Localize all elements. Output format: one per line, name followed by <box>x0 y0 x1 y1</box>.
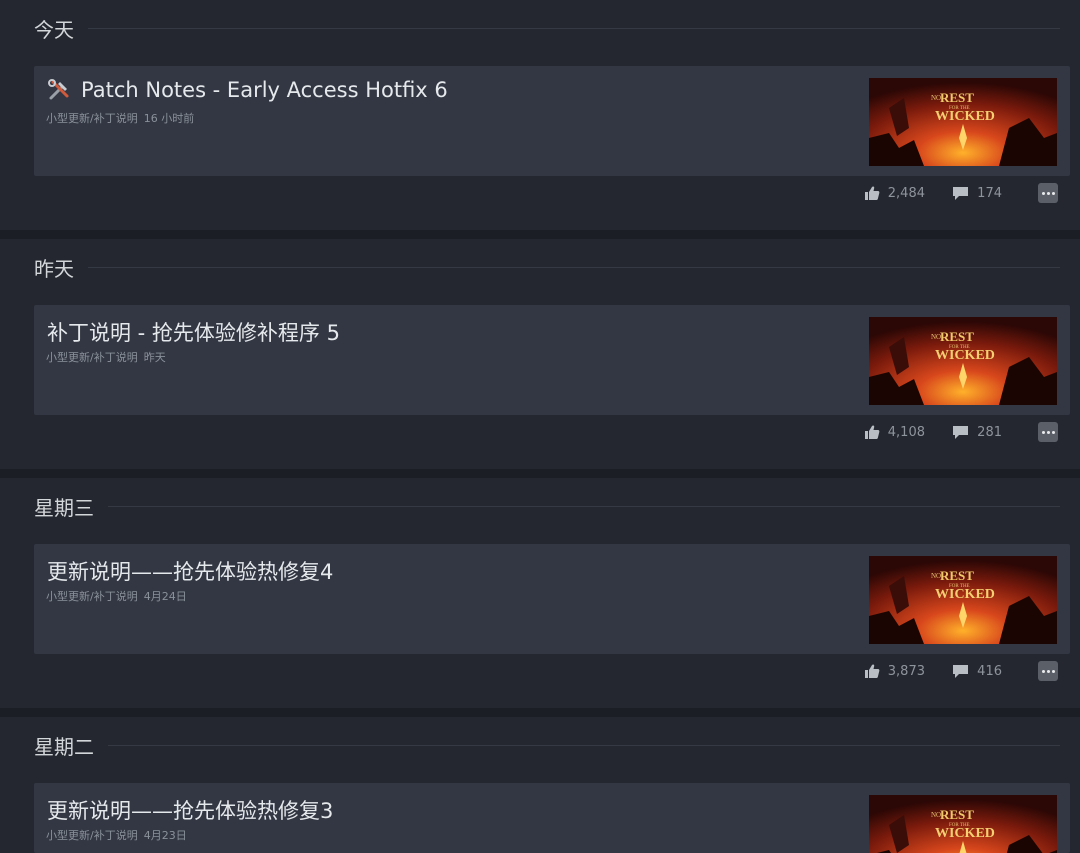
day-header: 今天 <box>34 14 1060 42</box>
comment-icon <box>953 186 969 200</box>
day-label: 星期三 <box>34 495 94 520</box>
news-thumbnail[interactable]: NO REST FOR THE WICKED <box>869 317 1057 405</box>
like-count: 3,873 <box>887 663 925 679</box>
news-time: 昨天 <box>143 351 166 364</box>
comment-button[interactable]: 416 <box>952 661 1002 681</box>
more-options-icon[interactable] <box>1038 422 1058 442</box>
news-time: 4月23日 <box>143 829 187 842</box>
more-options-icon[interactable] <box>1038 183 1058 203</box>
thumb-word: WICKED <box>935 826 995 841</box>
day-label: 星期二 <box>34 734 94 759</box>
news-time: 4月24日 <box>143 590 187 603</box>
news-actions: 3,873 416 <box>858 660 1058 682</box>
thumbs-up-icon <box>864 186 880 200</box>
more-options-icon[interactable] <box>1038 661 1058 681</box>
thumb-word: REST <box>940 568 974 583</box>
day-section: 昨天 补丁说明 - 抢先体验修补程序 5 小型更新/补丁说明 昨天 NO RES… <box>0 239 1080 469</box>
thumb-word: REST <box>940 807 974 822</box>
thumb-word: REST <box>940 90 974 105</box>
news-category: 小型更新/补丁说明 <box>46 829 138 842</box>
day-label: 今天 <box>34 17 74 42</box>
news-card[interactable]: Patch Notes - Early Access Hotfix 6 小型更新… <box>34 66 1070 176</box>
thumbs-up-icon <box>864 664 880 678</box>
day-header: 昨天 <box>34 253 1060 281</box>
news-card[interactable]: 补丁说明 - 抢先体验修补程序 5 小型更新/补丁说明 昨天 NO REST F… <box>34 305 1070 415</box>
day-label: 昨天 <box>34 256 74 281</box>
news-meta: 小型更新/补丁说明 4月24日 <box>46 588 187 604</box>
divider <box>108 505 1060 507</box>
like-button[interactable]: 2,484 <box>864 183 925 203</box>
thumb-word: WICKED <box>935 109 995 124</box>
comment-icon <box>953 664 969 678</box>
thumbs-up-icon <box>864 425 880 439</box>
news-actions: 2,484 174 <box>858 182 1058 204</box>
news-meta: 小型更新/补丁说明 4月23日 <box>46 827 187 843</box>
news-title-text: 更新说明——抢先体验热修复4 <box>47 560 334 584</box>
comment-button[interactable]: 174 <box>952 183 1002 203</box>
thumb-word: WICKED <box>935 587 995 602</box>
comment-count: 416 <box>977 663 1002 679</box>
day-section: 今天 Patch Notes - Early Access Hotfix 6 小… <box>0 0 1080 230</box>
divider <box>108 744 1060 746</box>
comment-count: 281 <box>977 424 1002 440</box>
news-thumbnail[interactable]: NO REST FOR THE WICKED <box>869 78 1057 166</box>
news-title-text: 补丁说明 - 抢先体验修补程序 5 <box>47 321 340 345</box>
day-header: 星期三 <box>34 492 1060 520</box>
like-count: 4,108 <box>887 424 925 440</box>
news-category: 小型更新/补丁说明 <box>46 351 138 364</box>
divider <box>88 266 1060 268</box>
news-actions: 4,108 281 <box>858 421 1058 443</box>
comment-button[interactable]: 281 <box>952 422 1002 442</box>
divider <box>88 27 1060 29</box>
news-card[interactable]: 更新说明——抢先体验热修复3 小型更新/补丁说明 4月23日 NO REST F… <box>34 783 1070 853</box>
like-button[interactable]: 4,108 <box>864 422 925 442</box>
like-count: 2,484 <box>887 185 925 201</box>
news-title-text: Patch Notes - Early Access Hotfix 6 <box>81 78 448 102</box>
news-title[interactable]: 更新说明——抢先体验热修复4 <box>47 556 333 586</box>
news-time: 16 小时前 <box>143 112 195 125</box>
news-title-text: 更新说明——抢先体验热修复3 <box>47 799 334 823</box>
news-category: 小型更新/补丁说明 <box>46 590 138 603</box>
news-title[interactable]: 补丁说明 - 抢先体验修补程序 5 <box>47 317 340 347</box>
day-header: 星期二 <box>34 731 1060 759</box>
thumb-word: REST <box>940 329 974 344</box>
day-section: 星期三 更新说明——抢先体验热修复4 小型更新/补丁说明 4月24日 NO RE… <box>0 478 1080 708</box>
news-thumbnail[interactable]: NO REST FOR THE WICKED <box>869 795 1057 853</box>
day-section: 星期二 更新说明——抢先体验热修复3 小型更新/补丁说明 4月23日 NO RE… <box>0 717 1080 853</box>
thumb-word: WICKED <box>935 348 995 363</box>
like-button[interactable]: 3,873 <box>864 661 925 681</box>
tools-icon <box>47 78 71 102</box>
news-title[interactable]: 更新说明——抢先体验热修复3 <box>47 795 333 825</box>
comment-count: 174 <box>977 185 1002 201</box>
news-thumbnail[interactable]: NO REST FOR THE WICKED <box>869 556 1057 644</box>
news-card[interactable]: 更新说明——抢先体验热修复4 小型更新/补丁说明 4月24日 NO REST F… <box>34 544 1070 654</box>
news-title[interactable]: Patch Notes - Early Access Hotfix 6 <box>47 78 448 102</box>
news-meta: 小型更新/补丁说明 昨天 <box>46 349 166 365</box>
comment-icon <box>953 425 969 439</box>
news-category: 小型更新/补丁说明 <box>46 112 138 125</box>
news-meta: 小型更新/补丁说明 16 小时前 <box>46 110 194 126</box>
